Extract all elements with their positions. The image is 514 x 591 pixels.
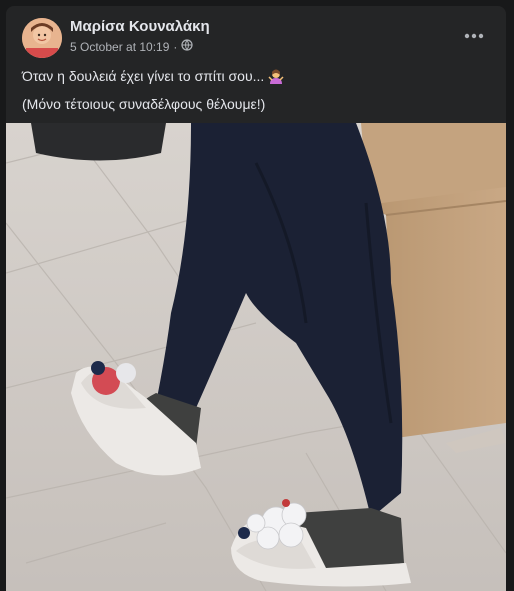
post-text-line1: Όταν η δουλειά έχει γίνει το σπίτι σου..… — [22, 68, 284, 84]
post-timestamp[interactable]: 5 October at 10:19 — [70, 40, 169, 54]
woman-shrugging-emoji — [268, 68, 284, 84]
post-text: Όταν η δουλειά έχει γίνει το σπίτι σου..… — [22, 68, 265, 84]
post-meta: 5 October at 10:19 · — [70, 39, 194, 54]
meta-separator: · — [173, 39, 178, 54]
post-text-line2: (Μόνο τέτοιους συναδέλφους θέλουμε!) — [22, 96, 266, 112]
author-name[interactable]: Μαρίσα Κουναλάκη — [70, 18, 210, 35]
post-photo[interactable] — [6, 122, 506, 591]
post-header: Μαρίσα Κουναλάκη 5 October at 10:19 · Ότ… — [6, 6, 506, 126]
avatar[interactable] — [22, 18, 62, 58]
more-options-icon[interactable] — [460, 22, 488, 50]
post-card: Μαρίσα Κουναλάκη 5 October at 10:19 · Ότ… — [6, 6, 506, 591]
globe-icon[interactable] — [181, 39, 194, 54]
